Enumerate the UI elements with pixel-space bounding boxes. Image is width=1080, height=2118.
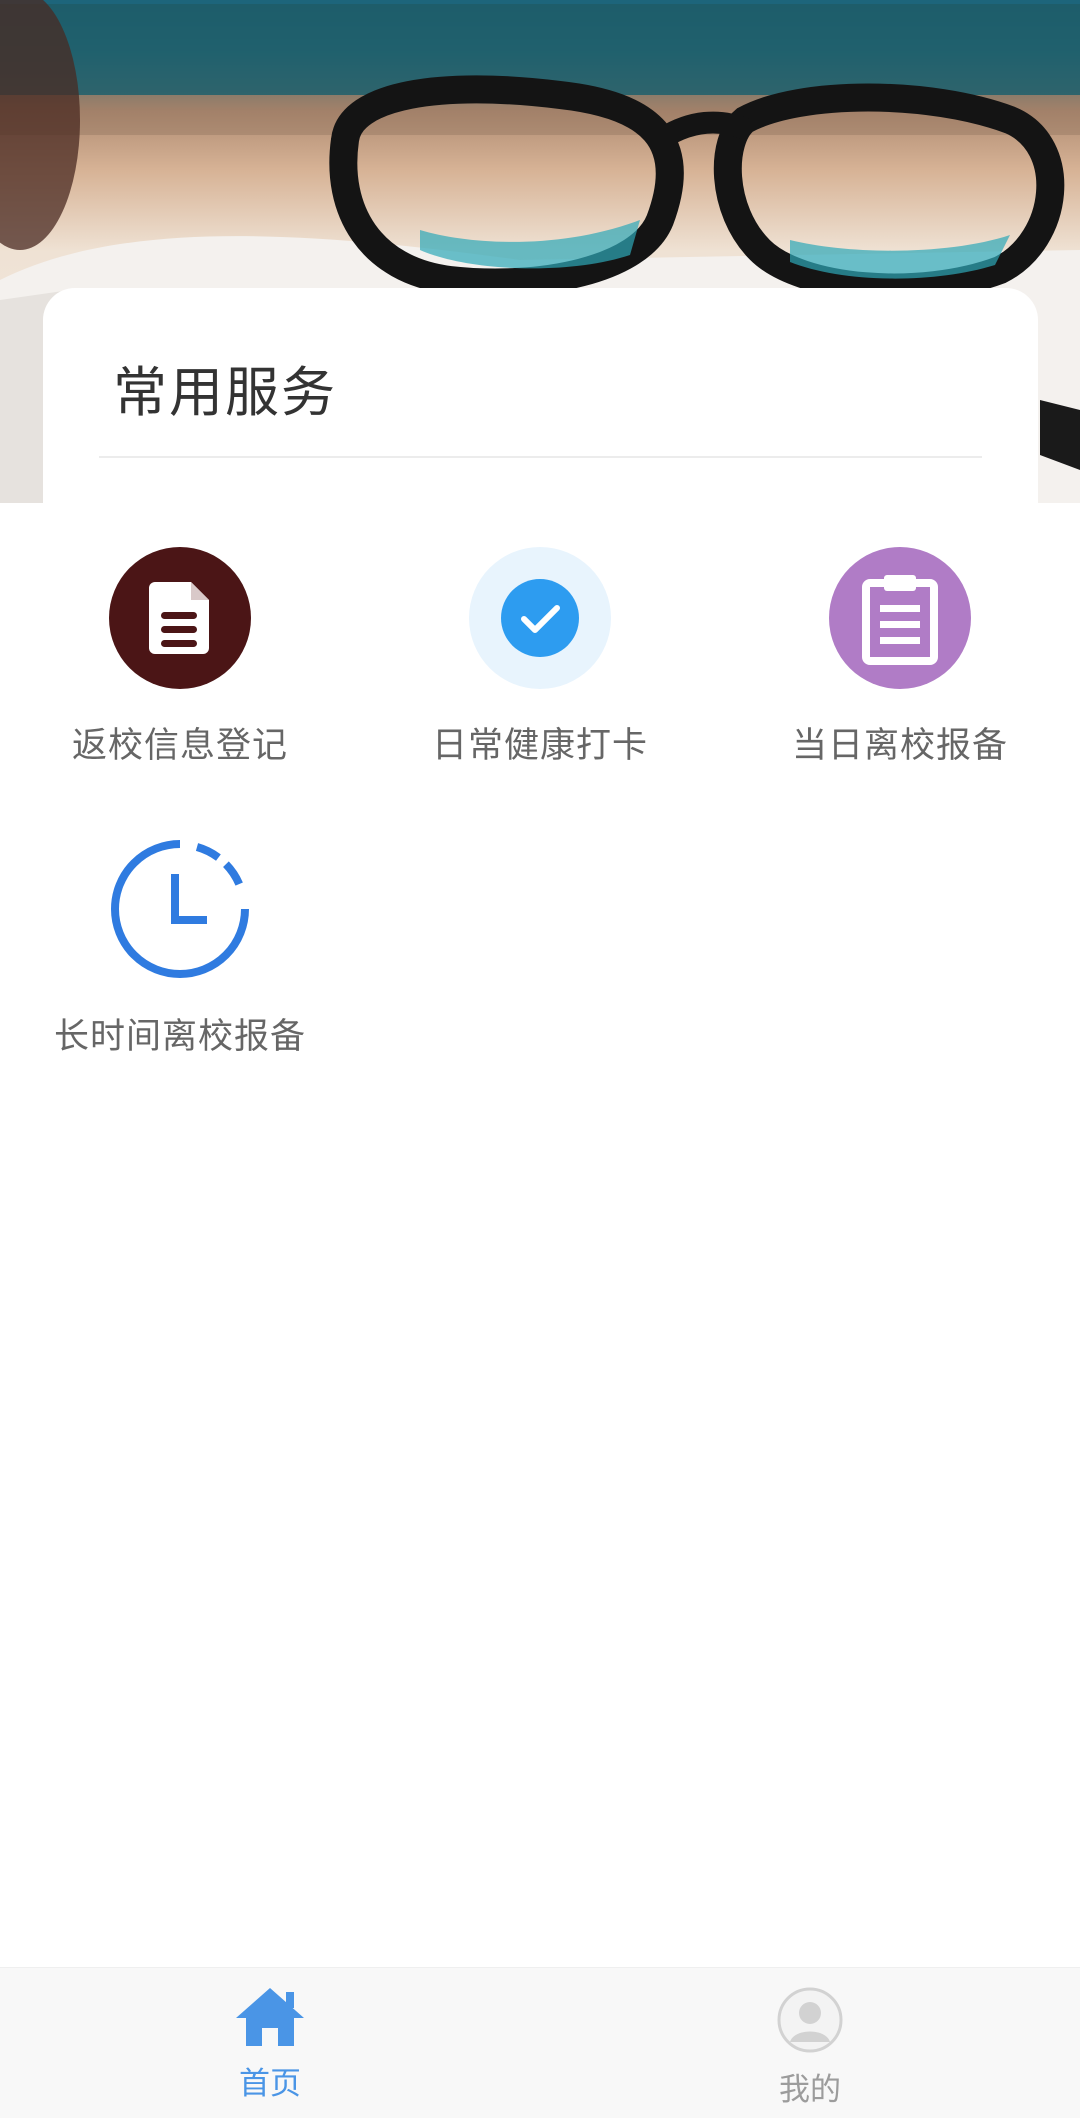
tab-me-label: 我的 bbox=[779, 2072, 841, 2108]
section-title: 常用服务 bbox=[113, 361, 337, 424]
service-long-term-leave[interactable]: 长时间离校报备 bbox=[0, 838, 360, 1059]
app-page: 常用服务 返校信息登记 日常健康打卡 当日离校报备 长时间离校报备 首页 我的 bbox=[0, 0, 1080, 2118]
service-return-registration[interactable]: 返校信息登记 bbox=[0, 547, 360, 768]
clipboard-icon bbox=[829, 547, 971, 689]
service-same-day-leave[interactable]: 当日离校报备 bbox=[720, 547, 1080, 768]
clock-icon bbox=[109, 838, 251, 980]
avatar-icon bbox=[777, 1987, 843, 2053]
document-icon bbox=[109, 547, 251, 689]
bottom-tab-bar: 首页 我的 bbox=[0, 1967, 1080, 2118]
tab-home[interactable]: 首页 bbox=[170, 1986, 370, 2103]
service-label: 日常健康打卡 bbox=[431, 726, 648, 766]
tab-home-label: 首页 bbox=[239, 2066, 301, 2102]
tab-me[interactable]: 我的 bbox=[710, 1986, 910, 2109]
service-label: 返校信息登记 bbox=[71, 726, 288, 766]
service-health-checkin[interactable]: 日常健康打卡 bbox=[360, 547, 720, 768]
service-label: 当日离校报备 bbox=[791, 726, 1008, 766]
common-services-card: 常用服务 bbox=[43, 288, 1038, 503]
home-icon bbox=[236, 1988, 304, 2046]
service-label: 长时间离校报备 bbox=[53, 1017, 306, 1057]
check-icon bbox=[469, 547, 611, 689]
divider bbox=[99, 456, 982, 458]
